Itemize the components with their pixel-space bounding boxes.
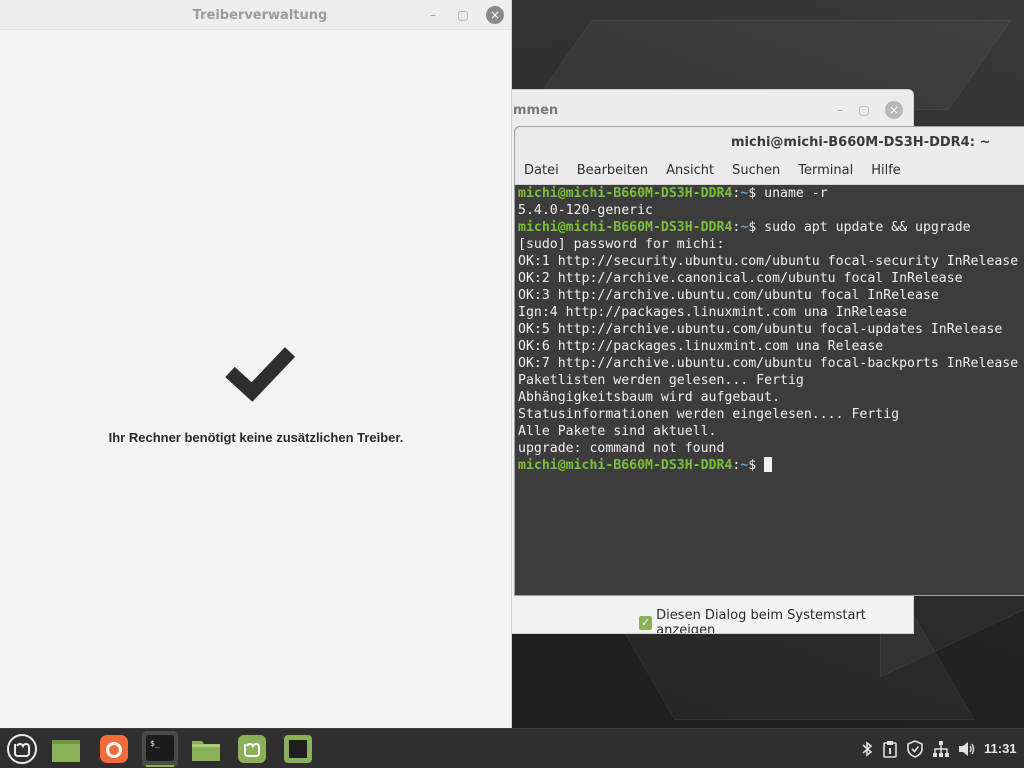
close-button[interactable]: × (885, 101, 903, 119)
driver-manager-window: Treiberverwaltung – ▢ × Ihr Rechner benö… (0, 0, 512, 728)
terminal-output-line: upgrade: command not found (518, 441, 725, 456)
command-text: uname -r (764, 186, 828, 201)
mint-menu-icon (7, 734, 37, 764)
terminal-output-line: Ign:4 http://packages.linuxmint.com una … (518, 305, 908, 320)
network-icon[interactable] (932, 740, 950, 758)
terminal-window: michi@michi-B660M-DS3H-DDR4: ~ Datei Bea… (514, 126, 1024, 596)
drivers-titlebar[interactable]: Treiberverwaltung – ▢ × (0, 0, 511, 30)
welcome-title: mmen (513, 103, 559, 118)
terminal-output-line: OK:1 http://security.ubuntu.com/ubuntu f… (518, 254, 1019, 269)
firefox-launcher[interactable] (98, 733, 130, 765)
show-desktop-button[interactable] (50, 733, 82, 765)
prompt-symbol: $ (748, 186, 765, 201)
prompt-user: michi@michi-B660M-DS3H-DDR4 (518, 458, 733, 473)
volume-icon[interactable] (958, 741, 976, 757)
menu-terminal[interactable]: Terminal (798, 163, 861, 178)
bluetooth-icon[interactable] (860, 741, 874, 757)
terminal-command-line: michi@michi-B660M-DS3H-DDR4:~$ uname -r (518, 185, 1024, 202)
terminal-icon: $_ (146, 735, 174, 761)
terminal-titlebar[interactable]: michi@michi-B660M-DS3H-DDR4: ~ (515, 127, 1024, 157)
startup-checkbox-label: Diesen Dialog beim Systemstart anzeigen (656, 608, 866, 634)
driver-manager-icon (284, 735, 312, 763)
taskbar: $_ 11:31 (0, 728, 1024, 768)
terminal-output-line: Alle Pakete sind aktuell. (518, 424, 717, 439)
terminal-output-line: OK:6 http://packages.linuxmint.com una R… (518, 339, 884, 354)
startup-checkbox-row[interactable]: ✓ Diesen Dialog beim Systemstart anzeige… (639, 608, 913, 634)
mintwelcome-icon (238, 735, 266, 763)
shield-icon[interactable] (906, 740, 924, 758)
menu-hilfe[interactable]: Hilfe (871, 163, 909, 178)
startup-checkbox[interactable]: ✓ (639, 616, 653, 630)
prompt-user: michi@michi-B660M-DS3H-DDR4 (518, 186, 733, 201)
maximize-button[interactable]: ▢ (855, 101, 873, 119)
close-button[interactable]: × (486, 6, 504, 24)
terminal-output-line: OK:2 http://archive.canonical.com/ubuntu… (518, 271, 963, 286)
drivers-title: Treiberverwaltung (192, 8, 328, 23)
files-icon (192, 741, 220, 761)
no-drivers-message: Ihr Rechner benötigt keine zusätzlichen … (108, 430, 404, 445)
mint-menu-button[interactable] (6, 733, 38, 765)
show-desktop-icon (52, 740, 80, 762)
menu-datei[interactable]: Datei (524, 163, 567, 178)
terminal-output-line: Paketlisten werden gelesen... Fertig (518, 373, 804, 388)
terminal-command-line: michi@michi-B660M-DS3H-DDR4:~$ (518, 457, 1024, 474)
prompt-symbol: $ (748, 220, 765, 235)
driver-manager-launcher[interactable] (282, 733, 314, 765)
terminal-menubar: Datei Bearbeiten Ansicht Suchen Terminal… (515, 157, 1024, 185)
menu-ansicht[interactable]: Ansicht (666, 163, 722, 178)
terminal-output-line: OK:5 http://archive.ubuntu.com/ubuntu fo… (518, 322, 1003, 337)
terminal-command-line: michi@michi-B660M-DS3H-DDR4:~$ sudo apt … (518, 219, 1024, 236)
terminal-launcher[interactable]: $_ (142, 731, 178, 767)
checkmark-icon (225, 347, 296, 402)
text-cursor (764, 457, 773, 472)
clock[interactable]: 11:31 (984, 741, 1017, 756)
prompt-user: michi@michi-B660M-DS3H-DDR4 (518, 220, 733, 235)
terminal-output-line: OK:7 http://archive.ubuntu.com/ubuntu fo… (518, 356, 1019, 371)
prompt-symbol: $ (748, 458, 765, 473)
terminal-output-line: OK:3 http://archive.ubuntu.com/ubuntu fo… (518, 288, 939, 303)
terminal-output-line: Abhängigkeitsbaum wird aufgebaut. (518, 390, 781, 405)
firefox-icon (100, 735, 128, 763)
mintwelcome-launcher[interactable] (236, 733, 268, 765)
minimize-button[interactable]: – (831, 101, 849, 119)
maximize-button[interactable]: ▢ (454, 6, 472, 24)
terminal-output-line: 5.4.0-120-generic (518, 203, 653, 218)
files-launcher[interactable] (190, 733, 222, 765)
terminal-output[interactable]: michi@michi-B660M-DS3H-DDR4:~$ uname -r 5… (515, 185, 1024, 595)
menu-suchen[interactable]: Suchen (732, 163, 788, 178)
menu-bearbeiten[interactable]: Bearbeiten (577, 163, 656, 178)
active-indicator (146, 765, 174, 767)
terminal-title: michi@michi-B660M-DS3H-DDR4: ~ (731, 135, 991, 150)
minimize-button[interactable]: – (424, 6, 442, 24)
svg-text:$_: $_ (150, 739, 160, 748)
terminal-output-line: Statusinformationen werden eingelesen...… (518, 407, 900, 422)
clipboard-icon[interactable] (883, 740, 897, 758)
command-text: sudo apt update && upgrade (764, 220, 971, 235)
terminal-output-line: [sudo] password for michi: (518, 237, 725, 252)
